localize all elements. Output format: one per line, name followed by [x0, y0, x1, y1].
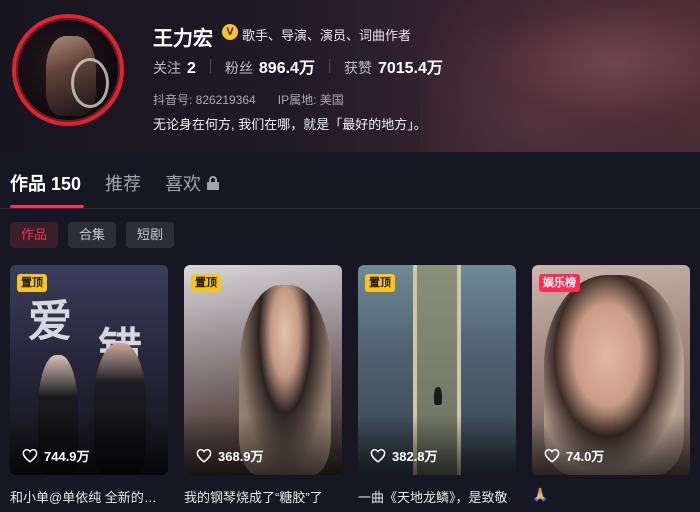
- poster-text: 爱: [28, 296, 80, 347]
- douyin-id: 抖音号: 826219364: [153, 93, 256, 107]
- ip-location: IP属地: 美国: [277, 93, 344, 107]
- video-card[interactable]: 爱 错 置顶 744.9万 和小单@单依纯 全新的合唱 爱错: [10, 265, 168, 506]
- verified-icon: V: [222, 24, 238, 40]
- tab-works[interactable]: 作品 150: [10, 170, 81, 196]
- following-stat[interactable]: 关注 2: [153, 58, 196, 78]
- likes-count: 382.8万: [392, 449, 438, 464]
- likes-count: 7015.4万: [377, 60, 443, 77]
- filter-chips: 作品 合集 短剧: [10, 222, 175, 248]
- video-likes: 368.9万: [196, 446, 264, 465]
- likes-label: 获赞: [343, 60, 372, 76]
- heart-icon: [22, 448, 38, 463]
- video-grid: 爱 错 置顶 744.9万 和小单@单依纯 全新的合唱 爱错 置顶 368.9万…: [10, 265, 690, 506]
- stat-divider: [328, 59, 330, 73]
- heart-icon: [544, 448, 560, 463]
- video-likes: 744.9万: [22, 446, 90, 465]
- stat-divider: [209, 59, 211, 73]
- video-card[interactable]: 娱乐榜 74.0万 🙏🏼: [532, 265, 690, 506]
- likes-count: 368.9万: [218, 449, 264, 464]
- video-card[interactable]: 置顶 368.9万 我的钢琴烧成了“糖胶”了: [184, 265, 342, 506]
- profile-stats: 关注 2 粉丝 896.4万 获赞 7015.4万: [153, 54, 443, 78]
- filter-short-dramas[interactable]: 短剧: [126, 222, 175, 248]
- video-likes: 74.0万: [544, 446, 604, 465]
- followers-label: 粉丝: [224, 60, 253, 76]
- avatar-guitar-shape: [71, 58, 109, 108]
- lock-icon: [207, 176, 220, 190]
- filter-works[interactable]: 作品: [10, 222, 59, 248]
- video-thumbnail[interactable]: 置顶 382.8万: [358, 265, 516, 475]
- header-background-art: [420, 0, 700, 152]
- avatar[interactable]: [12, 14, 124, 126]
- profile-meta: 抖音号: 826219364 IP属地: 美国: [153, 91, 344, 108]
- tab-likes[interactable]: 喜欢: [165, 170, 220, 196]
- video-thumbnail[interactable]: 置顶 368.9万: [184, 265, 342, 475]
- video-caption[interactable]: 我的钢琴烧成了“糖胶”了: [184, 487, 342, 506]
- heart-icon: [370, 448, 386, 463]
- verified-description: 歌手、导演、演员、词曲作者: [242, 28, 412, 43]
- likes-count: 744.9万: [44, 449, 90, 464]
- profile-name: 王力宏: [153, 28, 213, 50]
- entertainment-chart-badge: 娱乐榜: [539, 274, 580, 292]
- tab-likes-label: 喜欢: [165, 174, 202, 194]
- video-caption[interactable]: 和小单@单依纯 全新的合唱 爱错: [10, 487, 168, 506]
- pinned-badge: 置顶: [191, 274, 221, 292]
- pinned-badge: 置顶: [365, 274, 395, 292]
- video-caption[interactable]: 🙏🏼: [532, 487, 690, 503]
- tabs-divider: [0, 208, 700, 209]
- video-card[interactable]: 置顶 382.8万 一曲《天地龙鳞》，是致敬: [358, 265, 516, 506]
- video-caption[interactable]: 一曲《天地龙鳞》，是致敬: [358, 487, 516, 506]
- likes-count: 74.0万: [566, 449, 605, 464]
- following-count: 2: [187, 60, 196, 77]
- heart-icon: [196, 448, 212, 463]
- profile-bio: 无论身在何方, 我们在哪，就是「最好的地方」。: [153, 117, 427, 132]
- following-label: 关注: [153, 60, 181, 76]
- likes-stat: 获赞 7015.4万: [344, 54, 443, 78]
- tab-recommend[interactable]: 推荐: [105, 170, 141, 196]
- video-thumbnail[interactable]: 爱 错 置顶 744.9万: [10, 265, 168, 475]
- thumbnail-figure: [434, 387, 442, 405]
- video-thumbnail[interactable]: 娱乐榜 74.0万: [532, 265, 690, 475]
- pinned-badge: 置顶: [17, 274, 47, 292]
- followers-stat[interactable]: 粉丝 896.4万: [225, 54, 315, 78]
- followers-count: 896.4万: [258, 60, 315, 77]
- filter-collections[interactable]: 合集: [68, 222, 117, 248]
- video-likes: 382.8万: [370, 446, 438, 465]
- profile-tabs: 作品 150 推荐 喜欢: [10, 170, 220, 196]
